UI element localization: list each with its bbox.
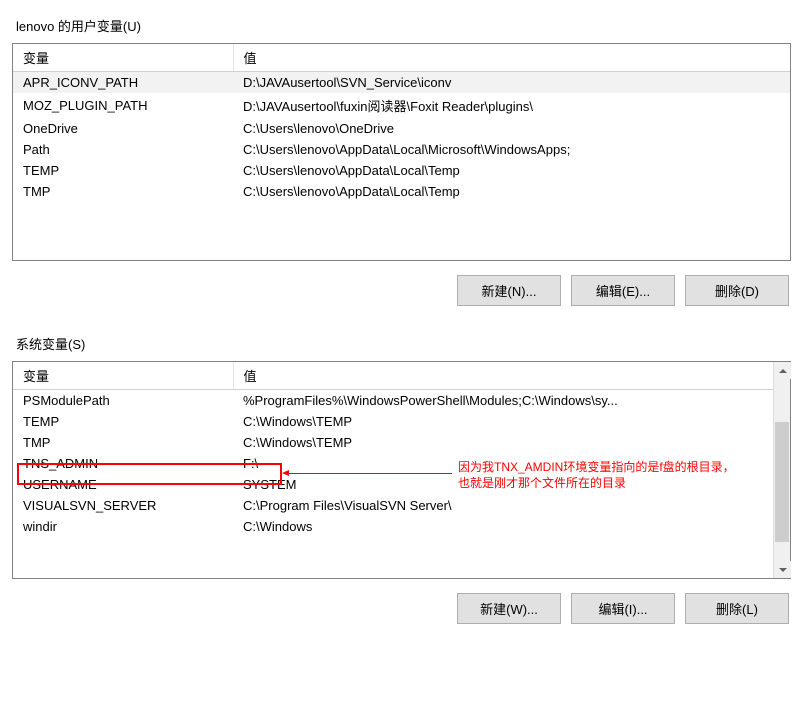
row-variable: TNS_ADMIN xyxy=(13,453,233,474)
system-variables-group: 系统变量(S) 变量 值 PSModulePath%ProgramFiles%\… xyxy=(12,328,791,636)
system-edit-button[interactable]: 编辑(I)... xyxy=(571,593,675,624)
table-row[interactable]: MOZ_PLUGIN_PATHD:\JAVAusertool\fuxin阅读器\… xyxy=(13,93,790,118)
user-variables-table-wrap: 变量 值 APR_ICONV_PATHD:\JAVAusertool\SVN_S… xyxy=(12,43,791,261)
row-value: %ProgramFiles%\WindowsPowerShell\Modules… xyxy=(233,390,773,412)
system-variables-label: 系统变量(S) xyxy=(16,334,791,353)
row-variable: TEMP xyxy=(13,411,233,432)
row-value: C:\Users\lenovo\OneDrive xyxy=(233,118,790,139)
user-button-row: 新建(N)... 编辑(E)... 删除(D) xyxy=(12,275,789,306)
system-table-scrollbar[interactable] xyxy=(773,362,790,578)
row-value: C:\Windows xyxy=(233,516,773,537)
row-variable: MOZ_PLUGIN_PATH xyxy=(13,93,233,118)
table-row[interactable]: windirC:\Windows xyxy=(13,516,773,537)
system-button-row: 新建(W)... 编辑(I)... 删除(L) xyxy=(12,593,789,624)
row-variable: Path xyxy=(13,139,233,160)
scroll-thumb[interactable] xyxy=(775,422,789,542)
user-variables-group: lenovo 的用户变量(U) 变量 值 APR_ICONV_PATHD:\JA… xyxy=(12,10,791,318)
table-row[interactable]: PSModulePath%ProgramFiles%\WindowsPowerS… xyxy=(13,390,773,412)
table-row[interactable]: TNS_ADMINF:\ xyxy=(13,453,773,474)
system-header-value[interactable]: 值 xyxy=(233,362,773,390)
row-variable: USERNAME xyxy=(13,474,233,495)
row-variable: TMP xyxy=(13,432,233,453)
user-edit-button[interactable]: 编辑(E)... xyxy=(571,275,675,306)
table-row[interactable]: USERNAMESYSTEM xyxy=(13,474,773,495)
user-delete-button[interactable]: 删除(D) xyxy=(685,275,789,306)
scroll-down-button[interactable] xyxy=(774,561,791,578)
table-row[interactable]: APR_ICONV_PATHD:\JAVAusertool\SVN_Servic… xyxy=(13,72,790,94)
row-variable: PSModulePath xyxy=(13,390,233,412)
table-row[interactable]: OneDriveC:\Users\lenovo\OneDrive xyxy=(13,118,790,139)
table-row[interactable]: TMPC:\Users\lenovo\AppData\Local\Temp xyxy=(13,181,790,202)
system-delete-button[interactable]: 删除(L) xyxy=(685,593,789,624)
scroll-up-button[interactable] xyxy=(774,362,791,379)
table-row[interactable]: TEMPC:\Windows\TEMP xyxy=(13,411,773,432)
row-value: F:\ xyxy=(233,453,773,474)
row-variable: windir xyxy=(13,516,233,537)
row-variable: TMP xyxy=(13,181,233,202)
row-value: C:\Users\lenovo\AppData\Local\Temp xyxy=(233,181,790,202)
user-header-variable[interactable]: 变量 xyxy=(13,44,233,72)
row-variable: VISUALSVN_SERVER xyxy=(13,495,233,516)
table-row[interactable]: TEMPC:\Users\lenovo\AppData\Local\Temp xyxy=(13,160,790,181)
table-row[interactable]: VISUALSVN_SERVERC:\Program Files\VisualS… xyxy=(13,495,773,516)
row-variable: TEMP xyxy=(13,160,233,181)
table-row[interactable]: TMPC:\Windows\TEMP xyxy=(13,432,773,453)
row-value: C:\Program Files\VisualSVN Server\ xyxy=(233,495,773,516)
system-variables-table[interactable]: 变量 值 PSModulePath%ProgramFiles%\WindowsP… xyxy=(13,362,773,537)
row-value: C:\Windows\TEMP xyxy=(233,411,773,432)
system-variables-table-wrap: 变量 值 PSModulePath%ProgramFiles%\WindowsP… xyxy=(12,361,791,579)
user-header-value[interactable]: 值 xyxy=(233,44,790,72)
chevron-down-icon xyxy=(779,568,787,572)
chevron-up-icon xyxy=(779,369,787,373)
row-value: C:\Windows\TEMP xyxy=(233,432,773,453)
user-variables-table[interactable]: 变量 值 APR_ICONV_PATHD:\JAVAusertool\SVN_S… xyxy=(13,44,790,202)
row-variable: OneDrive xyxy=(13,118,233,139)
table-row[interactable]: PathC:\Users\lenovo\AppData\Local\Micros… xyxy=(13,139,790,160)
row-value: D:\JAVAusertool\SVN_Service\iconv xyxy=(233,72,790,94)
system-header-variable[interactable]: 变量 xyxy=(13,362,233,390)
user-new-button[interactable]: 新建(N)... xyxy=(457,275,561,306)
row-value: D:\JAVAusertool\fuxin阅读器\Foxit Reader\pl… xyxy=(233,93,790,118)
user-variables-label: lenovo 的用户变量(U) xyxy=(16,16,791,35)
row-variable: APR_ICONV_PATH xyxy=(13,72,233,94)
row-value: C:\Users\lenovo\AppData\Local\Microsoft\… xyxy=(233,139,790,160)
row-value: C:\Users\lenovo\AppData\Local\Temp xyxy=(233,160,790,181)
system-new-button[interactable]: 新建(W)... xyxy=(457,593,561,624)
row-value: SYSTEM xyxy=(233,474,773,495)
